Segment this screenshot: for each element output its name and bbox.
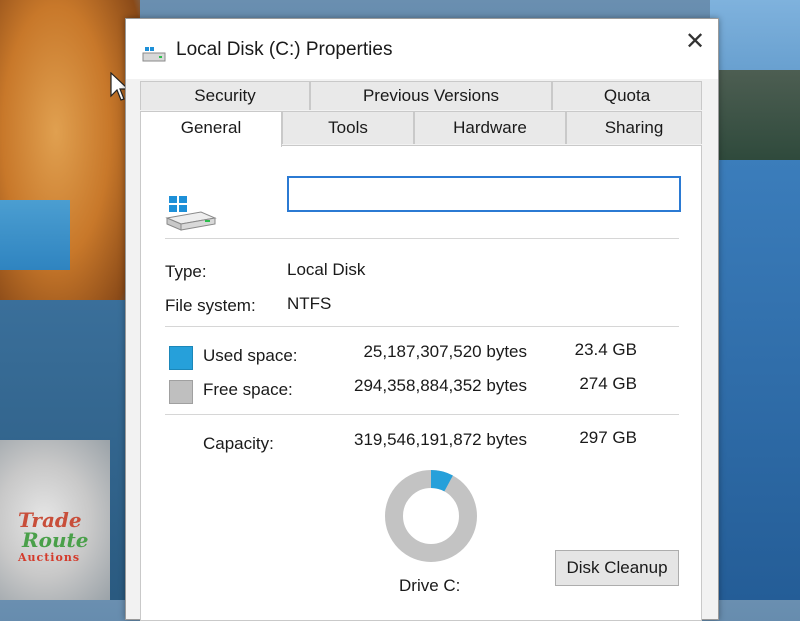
tab-general[interactable]: General: [140, 111, 282, 147]
used-space-gb: 23.4 GB: [574, 340, 637, 359]
tab-row-back: Security Previous Versions Quota: [140, 81, 702, 111]
tab-sharing[interactable]: Sharing: [566, 111, 702, 144]
separator: [165, 326, 679, 327]
type-label: Type:: [165, 262, 207, 281]
used-space-bytes: 25,187,307,520 bytes: [363, 342, 527, 361]
capacity-gb: 297 GB: [579, 428, 637, 447]
donut-free-ring: [385, 470, 477, 562]
type-value: Local Disk: [287, 260, 366, 279]
watermark-line3: Auctions: [18, 551, 81, 564]
tab-quota[interactable]: Quota: [552, 81, 702, 110]
free-space-label: Free space:: [203, 380, 293, 399]
file-system-label: File system:: [165, 296, 256, 315]
free-space-swatch: [169, 380, 193, 404]
free-space-bytes: 294,358,884,352 bytes: [354, 376, 527, 395]
watermark-logo: Trade Route Auctions: [18, 510, 98, 563]
general-panel: Type: Local Disk File system: NTFS Used …: [140, 145, 702, 621]
capacity-label: Capacity:: [203, 434, 274, 453]
disk-usage-donut: [385, 470, 477, 562]
tab-tools[interactable]: Tools: [282, 111, 414, 144]
close-button[interactable]: ✕: [680, 27, 710, 57]
file-system-value: NTFS: [287, 294, 332, 313]
free-space-gb: 274 GB: [579, 374, 637, 393]
local-disk-icon: [165, 196, 217, 231]
wallpaper-hills: [710, 70, 800, 160]
wallpaper-tree-shadow: [0, 0, 140, 330]
capacity-bytes: 319,546,191,872 bytes: [354, 430, 527, 449]
tab-row-front: General Tools Hardware Sharing: [140, 111, 702, 147]
used-space-label: Used space:: [203, 346, 298, 365]
watermark-line2: Route: [22, 528, 89, 552]
tab-previous-versions[interactable]: Previous Versions: [310, 81, 552, 110]
separator: [165, 414, 679, 415]
watermark-line1: Trade: [18, 508, 82, 532]
disk-cleanup-button[interactable]: Disk Cleanup: [555, 550, 679, 586]
tab-hardware[interactable]: Hardware: [414, 111, 566, 144]
tab-security[interactable]: Security: [140, 81, 310, 110]
wallpaper-water-right: [710, 160, 800, 600]
title-bar[interactable]: Local Disk (C:) Properties ✕: [126, 19, 718, 79]
drive-icon: [142, 47, 166, 62]
close-icon: ✕: [684, 28, 706, 55]
used-space-swatch: [169, 346, 193, 370]
separator: [165, 238, 679, 239]
properties-dialog: Local Disk (C:) Properties ✕ Security Pr…: [125, 18, 719, 621]
window-title: Local Disk (C:) Properties: [176, 39, 393, 60]
wallpaper-water-patch: [0, 200, 70, 270]
volume-label-input[interactable]: [287, 176, 681, 212]
drive-label: Drive C:: [399, 576, 461, 595]
